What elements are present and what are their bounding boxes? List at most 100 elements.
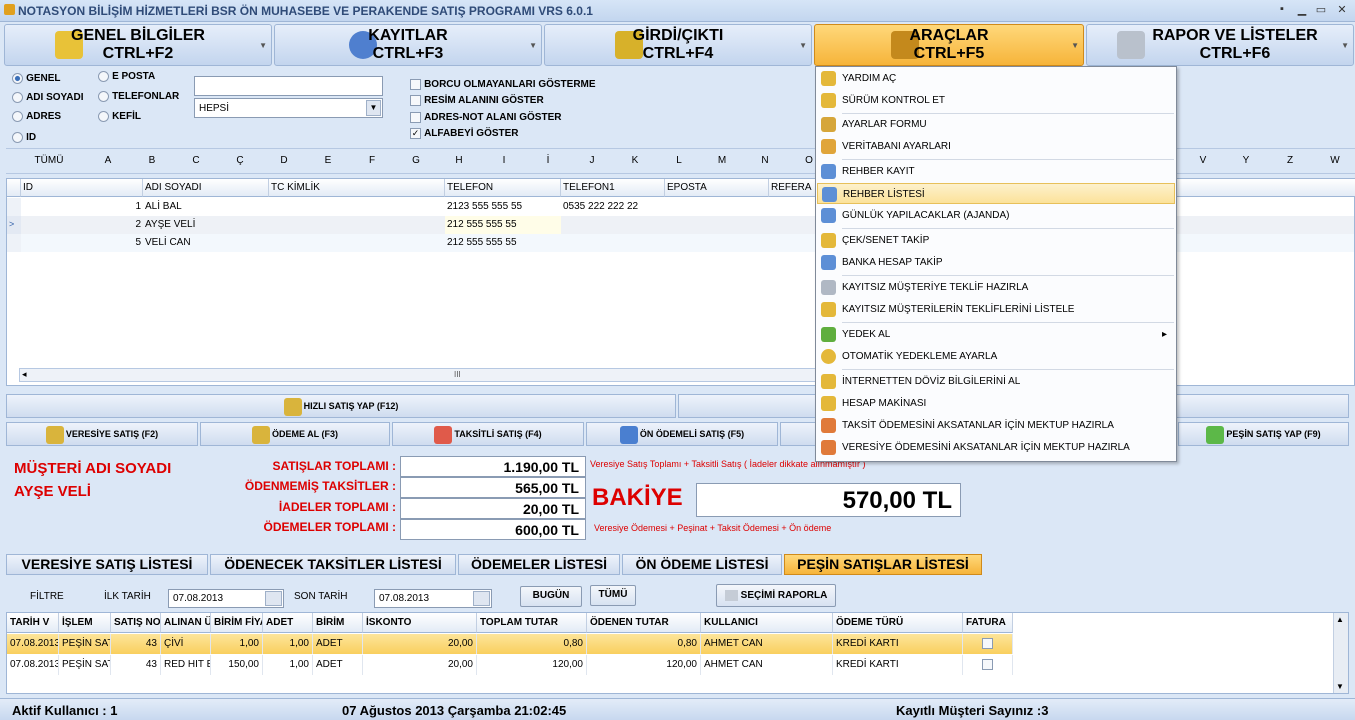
radio-kefil[interactable]: KEFİL [98, 110, 141, 122]
checkbox[interactable] [410, 94, 421, 106]
column-header[interactable]: TELEFON1 [561, 179, 665, 197]
letter-v[interactable]: V [1197, 155, 1209, 166]
end-date-field[interactable]: 07.08.2013 [374, 589, 492, 608]
chevron-down-icon[interactable]: ▼ [366, 100, 381, 116]
check-adres-not[interactable]: ADRES-NOT ALANI GÖSTER [410, 111, 561, 123]
letter-c-cedilla[interactable]: Ç [234, 155, 246, 166]
letter-g[interactable]: G [410, 155, 422, 166]
letter-m[interactable]: M [716, 155, 728, 166]
menu-item-contact-add[interactable]: REHBER KAYIT [817, 161, 1175, 182]
letter-j[interactable]: J [586, 155, 598, 166]
menu-item-help[interactable]: YARDIM AÇ [817, 68, 1175, 89]
letter-i-dotted[interactable]: İ [542, 155, 554, 166]
maximize-button[interactable]: ▭ [1313, 3, 1329, 17]
column-header[interactable]: TARİH V [7, 613, 59, 633]
menu-item-version-check[interactable]: SÜRÜM KONTROL ET [817, 90, 1175, 111]
table-row[interactable]: 07.08.2013 PEŞİN SATIŞ 43 RED HIT ENERJİ… [7, 655, 1013, 675]
start-date-field[interactable]: 07.08.2013 [168, 589, 284, 608]
column-header[interactable]: ID [21, 179, 143, 197]
menu-item-database-settings[interactable]: VERİTABANI AYARLARI [817, 136, 1175, 157]
letter-b[interactable]: B [146, 155, 158, 166]
menu-kayitlar[interactable]: KAYITLAR CTRL+F3 ▼ [274, 24, 542, 66]
scroll-up-icon[interactable]: ▲ [1336, 615, 1344, 624]
letter-e[interactable]: E [322, 155, 334, 166]
check-alfabeyi-goster[interactable]: ✓ ALFABEYİ GÖSTER [410, 127, 519, 139]
column-header[interactable]: TELEFON [445, 179, 561, 197]
letter-tumu[interactable]: TÜMÜ [32, 155, 66, 166]
veresiye-sale-button[interactable]: VERESİYE SATIŞ (F2) [6, 422, 198, 446]
radio-adi-soyadi[interactable]: ADI SOYADI [12, 91, 83, 103]
menu-item-list-offers[interactable]: KAYITSIZ MÜŞTERİLERİN TEKLİFLERİNİ LİSTE… [817, 299, 1175, 320]
tab-veresiye-list[interactable]: VERESİYE SATIŞ LİSTESİ [6, 554, 208, 575]
today-button[interactable]: BUGÜN [520, 586, 582, 607]
menu-item-prepare-offer[interactable]: KAYITSIZ MÜŞTERİYE TEKLİF HAZIRLA [817, 277, 1175, 298]
tab-installments-list[interactable]: ÖDENECEK TAKSİTLER LİSTESİ [210, 554, 456, 575]
column-header[interactable]: İŞLEM [59, 613, 111, 633]
letter-w[interactable]: W [1328, 155, 1342, 166]
check-borcu-olmayanlari[interactable]: BORCU OLMAYANLARI GÖSTERME [410, 78, 596, 90]
column-header[interactable]: SATIŞ NO [111, 613, 161, 633]
column-header[interactable]: TC KİMLİK [269, 179, 445, 197]
radio-button[interactable] [98, 110, 109, 122]
minimize-button[interactable]: ▁ [1294, 3, 1310, 17]
tab-prepayments-list[interactable]: ÖN ÖDEME LİSTESİ [622, 554, 782, 575]
prepaid-sale-button[interactable]: ÖN ÖDEMELİ SATIŞ (F5) [586, 422, 778, 446]
cash-sale-button[interactable]: PEŞİN SATIŞ YAP (F9) [1178, 422, 1349, 446]
menu-genel-bilgiler[interactable]: GENEL BİLGİLER CTRL+F2 ▼ [4, 24, 272, 66]
quick-sale-button[interactable]: HIZLI SATIŞ YAP (F12) [6, 394, 676, 418]
menu-item-agenda[interactable]: GÜNLÜK YAPILACAKLAR (AJANDA) [817, 205, 1175, 226]
vertical-scrollbar[interactable]: ▲ ▼ [1333, 613, 1348, 693]
menu-item-auto-backup[interactable]: OTOMATİK YEDEKLEME AYARLA [817, 346, 1175, 367]
search-input[interactable] [194, 76, 383, 96]
invoice-checkbox[interactable] [982, 659, 993, 670]
checkbox[interactable] [410, 111, 421, 123]
letter-o[interactable]: O [803, 155, 815, 166]
menu-item-contact-list[interactable]: REHBER LİSTESİ [817, 183, 1175, 204]
scroll-down-icon[interactable]: ▼ [1336, 682, 1344, 691]
letter-z[interactable]: Z [1284, 155, 1296, 166]
all-dates-button[interactable]: TÜMÜ [590, 585, 636, 606]
menu-item-check-tracking[interactable]: ÇEK/SENET TAKİP [817, 230, 1175, 251]
scroll-left-icon[interactable]: ◂ [22, 369, 27, 380]
column-header[interactable]: İSKONTO [363, 613, 477, 633]
radio-telefonlar[interactable]: TELEFONLAR [98, 90, 179, 102]
calendar-dropdown-icon[interactable] [473, 591, 490, 606]
checkbox[interactable] [410, 78, 421, 90]
letter-h[interactable]: H [453, 155, 465, 166]
help-window-button[interactable]: ▪ [1274, 3, 1290, 17]
search-filter-select[interactable]: HEPSİ ▼ [194, 98, 383, 118]
column-header[interactable]: EPOSTA [665, 179, 769, 197]
letter-c[interactable]: C [190, 155, 202, 166]
column-header[interactable]: TOPLAM TUTAR [477, 613, 587, 633]
menu-item-installment-letter[interactable]: TAKSİT ÖDEMESİNİ AKSATANLAR İÇİN MEKTUP … [817, 415, 1175, 436]
checkbox-checked[interactable]: ✓ [410, 127, 421, 139]
close-button[interactable]: ✕ [1334, 3, 1350, 17]
menu-item-veresiye-letter[interactable]: VERESİYE ÖDEMESİNİ AKSATANLAR İÇİN MEKTU… [817, 437, 1175, 458]
letter-k[interactable]: K [629, 155, 641, 166]
column-header[interactable]: ÖDENEN TUTAR [587, 613, 701, 633]
menu-rapor-listeler[interactable]: RAPOR VE LİSTELER CTRL+F6 ▼ [1086, 24, 1354, 66]
menu-item-backup[interactable]: YEDEK AL ▸ [817, 324, 1175, 345]
letter-n[interactable]: N [759, 155, 771, 166]
invoice-checkbox[interactable] [982, 638, 993, 649]
column-header[interactable]: BİRİM [313, 613, 363, 633]
radio-adres[interactable]: ADRES [12, 110, 61, 122]
column-header[interactable]: ÖDEME TÜRÜ [833, 613, 963, 633]
letter-d[interactable]: D [278, 155, 290, 166]
menu-item-settings-form[interactable]: AYARLAR FORMU [817, 114, 1175, 135]
tab-payments-list[interactable]: ÖDEMELER LİSTESİ [458, 554, 620, 575]
radio-button[interactable] [12, 131, 23, 143]
radio-button[interactable] [12, 91, 23, 103]
letter-y[interactable]: Y [1240, 155, 1252, 166]
column-header[interactable]: ADET [263, 613, 313, 633]
menu-item-currency-rates[interactable]: İNTERNETTEN DÖVİZ BİLGİLERİNİ AL [817, 371, 1175, 392]
radio-id[interactable]: ID [12, 131, 36, 143]
letter-f[interactable]: F [366, 155, 378, 166]
letter-i[interactable]: I [498, 155, 510, 166]
table-row-selected[interactable]: 07.08.2013 PEŞİN SATIŞ 43 ÇİVİ 1,00 1,00… [7, 634, 1013, 654]
check-resim-alani[interactable]: RESİM ALANINI GÖSTER [410, 94, 544, 106]
menu-girdi-cikti[interactable]: GİRDİ/ÇIKTI CTRL+F4 ▼ [544, 24, 812, 66]
report-selection-button[interactable]: SEÇİMİ RAPORLA [716, 584, 836, 607]
receive-payment-button[interactable]: ÖDEME AL (F3) [200, 422, 390, 446]
column-header[interactable]: BİRİM FİYAT [211, 613, 263, 633]
